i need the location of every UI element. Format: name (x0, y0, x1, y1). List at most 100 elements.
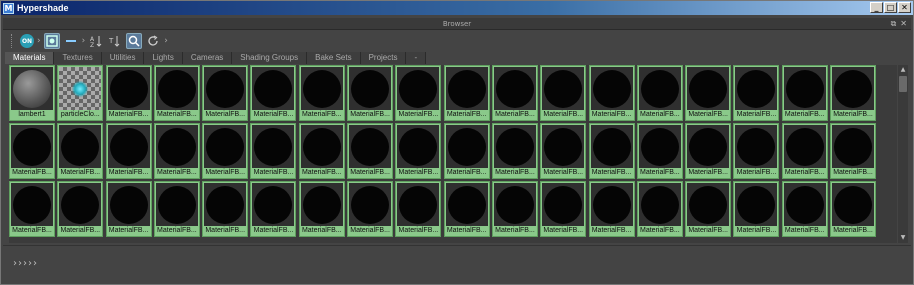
expand-arrow-icon[interactable]: › (164, 36, 168, 46)
material-swatch[interactable]: MaterialFB... (153, 181, 200, 237)
material-swatch[interactable]: MaterialFB... (830, 123, 877, 179)
tab-textures[interactable]: Textures (54, 52, 102, 64)
close-panel-icon[interactable]: ✕ (900, 18, 907, 30)
material-swatch[interactable]: MaterialFB... (588, 123, 635, 179)
material-swatch[interactable]: MaterialFB... (781, 65, 828, 121)
material-swatch[interactable]: MaterialFB... (298, 65, 345, 121)
material-sphere-icon (206, 185, 245, 224)
material-sphere-icon (495, 127, 534, 166)
material-swatch[interactable]: MaterialFB... (540, 123, 587, 179)
expand-arrow-icon[interactable]: › (37, 36, 41, 46)
material-swatch[interactable]: MaterialFB... (588, 181, 635, 237)
swatch-label: lambert1 (18, 111, 46, 118)
material-swatch[interactable]: MaterialFB... (540, 181, 587, 237)
material-swatch[interactable]: MaterialFB... (830, 65, 877, 121)
material-swatch[interactable]: MaterialFB... (685, 65, 732, 121)
material-swatch[interactable]: MaterialFB... (636, 123, 683, 179)
collapse-arrows-icon[interactable]: ››››› (13, 258, 38, 269)
scroll-thumb[interactable] (899, 76, 907, 92)
material-swatch[interactable]: MaterialFB... (491, 65, 538, 121)
minimize-button[interactable]: _ (870, 2, 883, 13)
material-swatch[interactable]: MaterialFB... (347, 123, 394, 179)
material-swatch[interactable]: MaterialFB... (347, 65, 394, 121)
tab-materials[interactable]: Materials (5, 52, 55, 64)
material-swatch[interactable]: MaterialFB... (685, 123, 732, 179)
maximize-button[interactable]: □ (884, 2, 897, 13)
material-sphere-icon (399, 185, 438, 224)
toggle-on-button[interactable]: ON (20, 34, 34, 48)
float-panel-icon[interactable]: ⧉ (891, 18, 897, 30)
material-swatch[interactable]: MaterialFB... (636, 65, 683, 121)
material-swatch[interactable]: MaterialFB... (781, 123, 828, 179)
swatch-thumbnail (445, 183, 488, 226)
material-swatch[interactable]: MaterialFB... (443, 65, 490, 121)
material-swatch[interactable]: MaterialFB... (347, 181, 394, 237)
material-swatch[interactable]: MaterialFB... (491, 181, 538, 237)
material-swatch[interactable]: MaterialFB... (540, 65, 587, 121)
material-swatch[interactable]: MaterialFB... (202, 123, 249, 179)
material-swatch[interactable]: MaterialFB... (588, 65, 635, 121)
material-swatch[interactable]: MaterialFB... (733, 65, 780, 121)
material-swatch[interactable]: MaterialFB... (443, 181, 490, 237)
material-swatch[interactable]: lambert1 (9, 65, 55, 121)
material-swatch[interactable]: MaterialFB... (781, 181, 828, 237)
material-swatch[interactable]: MaterialFB... (153, 65, 200, 121)
scroll-down-icon[interactable]: ▼ (899, 234, 907, 242)
material-swatch[interactable]: MaterialFB... (298, 123, 345, 179)
tab-add[interactable]: - (406, 52, 427, 64)
material-swatch[interactable]: particleClo... (57, 65, 104, 121)
material-swatch[interactable]: MaterialFB... (250, 181, 297, 237)
material-swatch[interactable]: MaterialFB... (298, 181, 345, 237)
material-swatch[interactable]: MaterialFB... (685, 181, 732, 237)
tab-utilities[interactable]: Utilities (101, 52, 145, 64)
swatch-label: MaterialFB... (253, 111, 294, 118)
material-swatch[interactable]: MaterialFB... (250, 65, 297, 121)
material-swatch[interactable]: MaterialFB... (57, 123, 104, 179)
title-bar[interactable]: M Hypershade _ □ ✕ (1, 1, 913, 15)
material-sphere-icon (737, 69, 776, 108)
swatch-grid-area: lambert1 particleClo... MaterialFB... Mater… (9, 65, 897, 243)
material-swatch[interactable]: MaterialFB... (636, 181, 683, 237)
vertical-scrollbar[interactable]: ▲ ▼ (898, 65, 908, 243)
material-swatch[interactable]: MaterialFB... (443, 123, 490, 179)
material-swatch[interactable]: MaterialFB... (395, 123, 442, 179)
sort-type-icon: T (109, 36, 120, 47)
tab-projects[interactable]: Projects (360, 52, 407, 64)
material-sphere-icon (254, 127, 293, 166)
material-swatch[interactable]: MaterialFB... (9, 181, 55, 237)
sort-button[interactable]: AZ (88, 33, 104, 49)
tab-shading-groups[interactable]: Shading Groups (232, 52, 308, 64)
material-swatch[interactable]: MaterialFB... (491, 123, 538, 179)
material-swatch[interactable]: MaterialFB... (57, 181, 104, 237)
zoom-view-button[interactable] (126, 33, 143, 49)
refresh-button[interactable] (145, 33, 161, 49)
material-swatch[interactable]: MaterialFB... (105, 123, 152, 179)
material-swatch[interactable]: MaterialFB... (733, 181, 780, 237)
sort-type-button[interactable]: T (107, 33, 123, 49)
material-swatch[interactable]: MaterialFB... (9, 123, 55, 179)
swatch-label: MaterialFB... (591, 227, 632, 234)
close-button[interactable]: ✕ (898, 2, 911, 13)
swatch-thumbnail (687, 183, 730, 226)
list-view-button[interactable] (63, 33, 79, 49)
scroll-up-icon[interactable]: ▲ (899, 66, 907, 74)
expand-arrow-icon[interactable]: › (82, 36, 86, 46)
material-swatch[interactable]: MaterialFB... (733, 123, 780, 179)
swatch-label: MaterialFB... (12, 227, 52, 234)
swatch-view-button[interactable] (43, 33, 60, 49)
tab-bake-sets[interactable]: Bake Sets (307, 52, 361, 64)
material-swatch[interactable]: MaterialFB... (202, 181, 249, 237)
material-sphere-icon (61, 185, 100, 224)
material-swatch[interactable]: MaterialFB... (153, 123, 200, 179)
tab-cameras[interactable]: Cameras (182, 52, 233, 64)
material-swatch[interactable]: MaterialFB... (395, 181, 442, 237)
material-swatch[interactable]: MaterialFB... (105, 181, 152, 237)
material-swatch[interactable]: MaterialFB... (250, 123, 297, 179)
material-swatch[interactable]: MaterialFB... (105, 65, 152, 121)
tab-lights[interactable]: Lights (144, 52, 183, 64)
material-swatch[interactable]: MaterialFB... (830, 181, 877, 237)
swatch-label: MaterialFB... (301, 227, 342, 234)
material-swatch[interactable]: MaterialFB... (395, 65, 442, 121)
material-swatch[interactable]: MaterialFB... (202, 65, 249, 121)
swatch-label: MaterialFB... (736, 111, 777, 118)
